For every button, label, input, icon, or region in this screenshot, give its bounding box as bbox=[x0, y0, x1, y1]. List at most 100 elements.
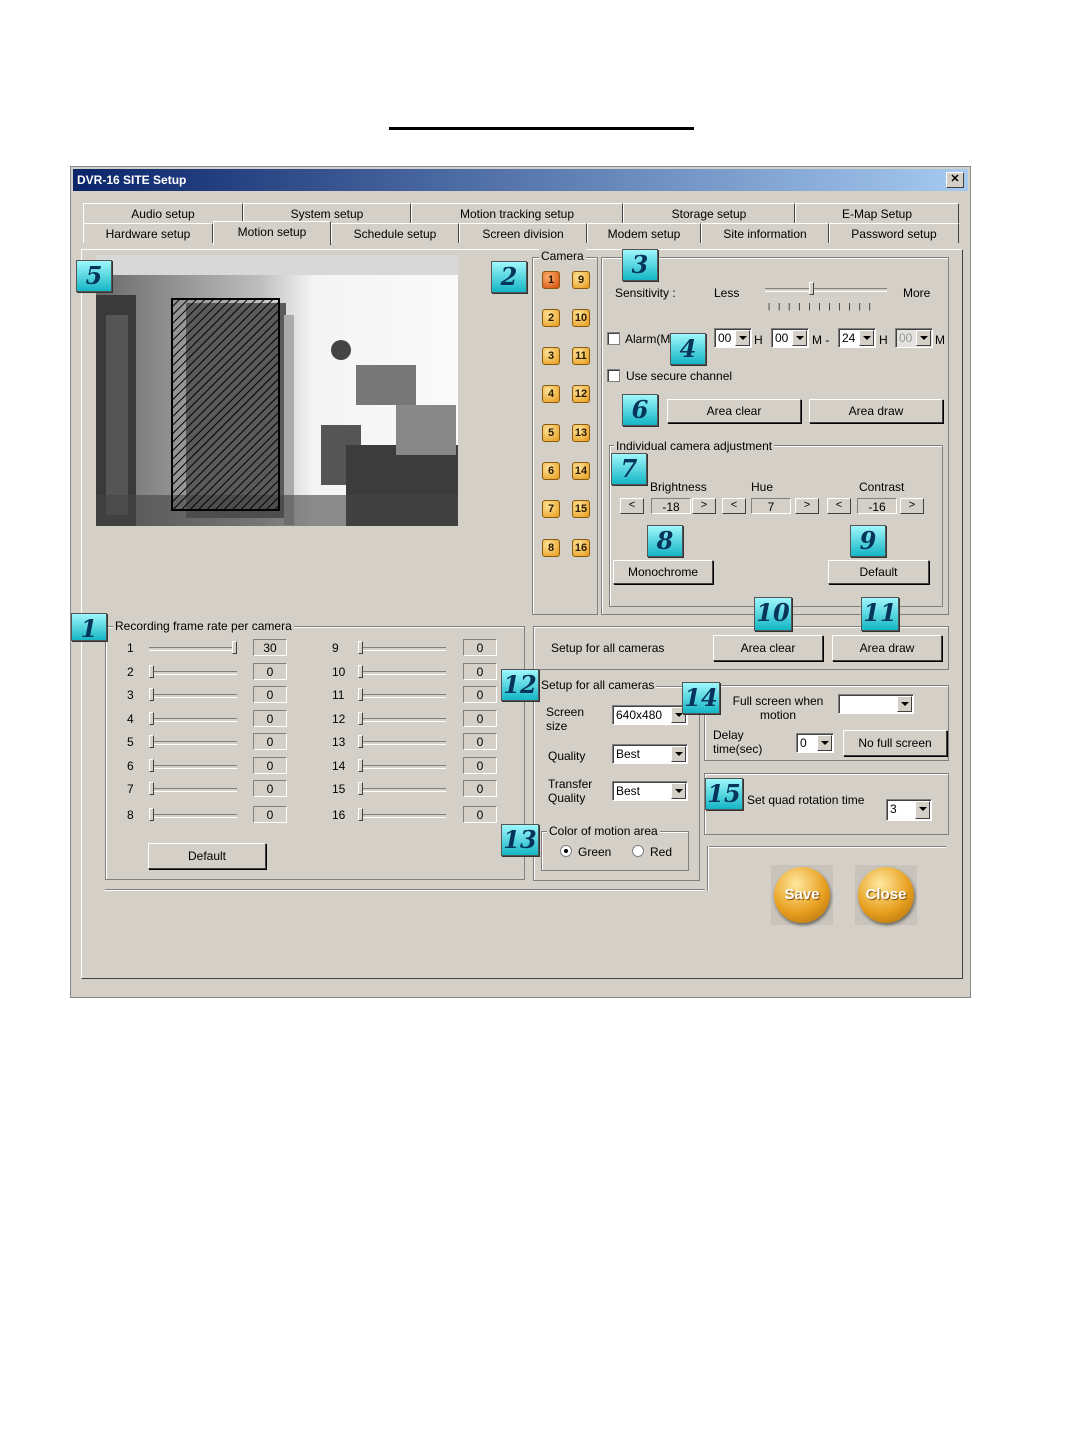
chevron-down-icon[interactable] bbox=[859, 330, 874, 346]
frame-rate-default-button[interactable]: Default bbox=[148, 843, 266, 869]
close-button[interactable]: Close bbox=[855, 865, 917, 925]
hue-decrease-button[interactable]: < bbox=[722, 498, 746, 514]
frame-rate-slider[interactable] bbox=[149, 640, 237, 656]
delay-time-select[interactable]: 0 bbox=[796, 733, 834, 753]
secure-channel-checkbox[interactable] bbox=[607, 369, 620, 382]
frame-rate-slider[interactable] bbox=[358, 781, 446, 797]
frame-rate-slider[interactable] bbox=[149, 781, 237, 797]
hue-increase-button[interactable]: > bbox=[795, 498, 819, 514]
camera-button-11[interactable]: 11 bbox=[572, 347, 590, 365]
chevron-down-icon[interactable] bbox=[817, 735, 832, 751]
frame-rate-slider[interactable] bbox=[149, 734, 237, 750]
frame-rate-slider-thumb[interactable] bbox=[232, 641, 237, 654]
motion-color-green-radio[interactable] bbox=[560, 845, 572, 857]
tab-hardware-setup[interactable]: Hardware setup bbox=[83, 223, 213, 243]
adjust-default-button[interactable]: Default bbox=[828, 560, 929, 584]
transfer-quality-select[interactable]: Best bbox=[612, 781, 688, 801]
camera-button-3[interactable]: 3 bbox=[542, 347, 560, 365]
frame-rate-slider[interactable] bbox=[358, 687, 446, 703]
brightness-decrease-button[interactable]: < bbox=[620, 498, 644, 514]
frame-rate-slider-thumb[interactable] bbox=[149, 782, 154, 795]
camera-button-13[interactable]: 13 bbox=[572, 424, 590, 442]
sensitivity-slider-thumb[interactable] bbox=[809, 282, 814, 295]
tab-modem-setup[interactable]: Modem setup bbox=[587, 223, 701, 243]
camera-button-1[interactable]: 1 bbox=[542, 271, 560, 289]
camera-button-7[interactable]: 7 bbox=[542, 500, 560, 518]
frame-rate-slider-thumb[interactable] bbox=[358, 665, 363, 678]
frame-rate-slider[interactable] bbox=[149, 687, 237, 703]
alarm-start-hour-select[interactable]: 00 bbox=[714, 328, 752, 348]
frame-rate-slider-thumb[interactable] bbox=[358, 759, 363, 772]
tab-system-setup[interactable]: System setup bbox=[243, 203, 411, 223]
camera-button-10[interactable]: 10 bbox=[572, 309, 590, 327]
tab-schedule-setup[interactable]: Schedule setup bbox=[331, 223, 459, 243]
frame-rate-slider[interactable] bbox=[358, 734, 446, 750]
frame-rate-slider-thumb[interactable] bbox=[358, 641, 363, 654]
tab-site-information[interactable]: Site information bbox=[701, 223, 829, 243]
area-draw-button[interactable]: Area draw bbox=[809, 399, 943, 423]
camera-button-15[interactable]: 15 bbox=[572, 500, 590, 518]
camera-button-8[interactable]: 8 bbox=[542, 539, 560, 557]
contrast-decrease-button[interactable]: < bbox=[827, 498, 851, 514]
quality-select[interactable]: Best bbox=[612, 744, 688, 764]
chevron-down-icon[interactable] bbox=[671, 783, 686, 799]
close-window-icon[interactable]: ✕ bbox=[946, 172, 964, 188]
all-area-draw-button[interactable]: Area draw bbox=[832, 635, 942, 661]
frame-rate-slider[interactable] bbox=[358, 640, 446, 656]
tab-password-setup[interactable]: Password setup bbox=[829, 223, 959, 243]
screen-size-select[interactable]: 640x480 bbox=[612, 705, 688, 725]
brightness-increase-button[interactable]: > bbox=[692, 498, 716, 514]
camera-preview[interactable] bbox=[96, 255, 458, 526]
frame-rate-slider-thumb[interactable] bbox=[149, 665, 154, 678]
fullscreen-select[interactable] bbox=[838, 694, 914, 714]
chevron-down-icon[interactable] bbox=[671, 746, 686, 762]
frame-rate-slider-thumb[interactable] bbox=[358, 688, 363, 701]
sensitivity-slider[interactable] bbox=[765, 281, 887, 297]
tab-screen-division[interactable]: Screen division bbox=[459, 223, 587, 243]
frame-rate-slider[interactable] bbox=[149, 758, 237, 774]
frame-rate-slider-thumb[interactable] bbox=[149, 712, 154, 725]
frame-rate-slider-thumb[interactable] bbox=[358, 712, 363, 725]
motion-color-red-radio[interactable] bbox=[632, 845, 644, 857]
frame-rate-slider-thumb[interactable] bbox=[358, 735, 363, 748]
alarm-start-minute-select[interactable]: 00 bbox=[771, 328, 809, 348]
frame-rate-slider-thumb[interactable] bbox=[149, 808, 154, 821]
camera-button-16[interactable]: 16 bbox=[572, 539, 590, 557]
frame-rate-slider-thumb[interactable] bbox=[149, 735, 154, 748]
camera-button-5[interactable]: 5 bbox=[542, 424, 560, 442]
camera-button-6[interactable]: 6 bbox=[542, 462, 560, 480]
camera-button-12[interactable]: 12 bbox=[572, 385, 590, 403]
camera-button-2[interactable]: 2 bbox=[542, 309, 560, 327]
monochrome-button[interactable]: Monochrome bbox=[613, 560, 713, 584]
tab-audio-setup[interactable]: Audio setup bbox=[83, 203, 243, 223]
frame-rate-slider-thumb[interactable] bbox=[149, 688, 154, 701]
frame-rate-slider[interactable] bbox=[358, 807, 446, 823]
frame-rate-slider-thumb[interactable] bbox=[358, 782, 363, 795]
chevron-down-icon[interactable] bbox=[915, 801, 930, 819]
chevron-down-icon[interactable] bbox=[792, 330, 807, 346]
frame-rate-slider[interactable] bbox=[358, 758, 446, 774]
frame-rate-slider[interactable] bbox=[149, 711, 237, 727]
camera-button-9[interactable]: 9 bbox=[572, 271, 590, 289]
tab-motion-tracking-setup[interactable]: Motion tracking setup bbox=[411, 203, 623, 223]
frame-rate-slider[interactable] bbox=[149, 807, 237, 823]
frame-rate-slider[interactable] bbox=[149, 664, 237, 680]
no-full-screen-button[interactable]: No full screen bbox=[843, 730, 947, 756]
camera-button-4[interactable]: 4 bbox=[542, 385, 560, 403]
tab-storage-setup[interactable]: Storage setup bbox=[623, 203, 795, 223]
save-button[interactable]: Save bbox=[771, 865, 833, 925]
alarm-checkbox[interactable] bbox=[607, 332, 620, 345]
area-clear-button[interactable]: Area clear bbox=[667, 399, 801, 423]
frame-rate-slider[interactable] bbox=[358, 664, 446, 680]
frame-rate-slider-thumb[interactable] bbox=[358, 808, 363, 821]
tab-motion-setup[interactable]: Motion setup bbox=[213, 221, 331, 245]
chevron-down-icon[interactable] bbox=[735, 330, 750, 346]
quad-rotation-select[interactable]: 3 bbox=[886, 799, 932, 821]
camera-button-14[interactable]: 14 bbox=[572, 462, 590, 480]
chevron-down-icon[interactable] bbox=[897, 696, 912, 712]
alarm-end-hour-select[interactable]: 24 bbox=[838, 328, 876, 348]
frame-rate-slider-thumb[interactable] bbox=[149, 759, 154, 772]
tab-emap-setup[interactable]: E-Map Setup bbox=[795, 203, 959, 223]
all-area-clear-button[interactable]: Area clear bbox=[713, 635, 823, 661]
frame-rate-slider[interactable] bbox=[358, 711, 446, 727]
